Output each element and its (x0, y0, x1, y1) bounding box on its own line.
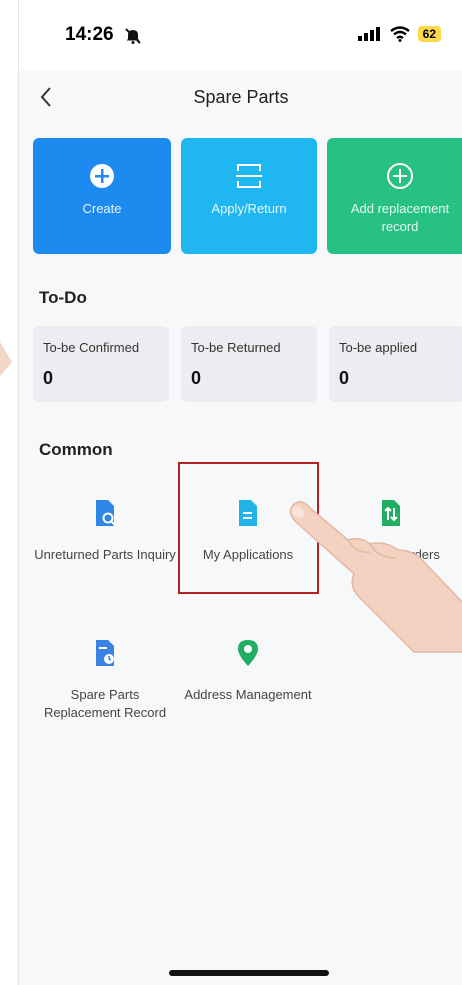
apply-return-button[interactable]: Apply/Return (181, 138, 317, 254)
todo-count: 0 (339, 368, 350, 388)
replacement-record-label: Spare Parts Replacement Record (43, 687, 167, 720)
action-cards: Create Apply/Return Add replacement reco… (33, 138, 462, 256)
pointing-hand-icon (289, 501, 462, 653)
add-replacement-label: Add replacement record (350, 201, 450, 234)
signal-icon (357, 27, 382, 41)
nav-bar: Spare Parts (19, 75, 462, 125)
todo-to-be-applied[interactable]: To-be applied 0 (329, 326, 462, 402)
unreturned-parts-label: Unreturned Parts Inquiry (34, 547, 176, 562)
mute-bell-icon (125, 28, 141, 44)
todo-label: To-be Confirmed (43, 340, 140, 355)
common-heading: Common (39, 440, 113, 459)
app-screen: 14:26 62 Spare Parts Create Apply/Return… (18, 0, 462, 985)
todo-list: To-be Confirmed 0 To-be Returned 0 To-be… (33, 326, 462, 402)
location-pin-icon (238, 640, 258, 666)
document-clock-icon (96, 640, 114, 666)
todo-label: To-be Returned (191, 340, 281, 355)
unreturned-parts-inquiry-item[interactable]: Unreturned Parts Inquiry (31, 498, 179, 564)
apply-return-label: Apply/Return (211, 201, 287, 216)
todo-count: 0 (191, 368, 202, 388)
plus-outline-icon (387, 163, 413, 189)
left-edge-mark (0, 320, 14, 380)
wifi-icon (389, 26, 410, 42)
status-time: 14:26 (65, 24, 114, 45)
spare-parts-replacement-record-item[interactable]: Spare Parts Replacement Record (31, 638, 179, 722)
create-button[interactable]: Create (33, 138, 171, 254)
address-management-label: Address Management (184, 687, 312, 702)
status-bar: 14:26 62 (19, 0, 462, 70)
status-icons: 62 (357, 26, 441, 42)
page-title: Spare Parts (193, 87, 289, 107)
todo-to-be-returned[interactable]: To-be Returned 0 (181, 326, 317, 402)
document-search-icon (96, 500, 116, 526)
home-indicator[interactable] (169, 970, 329, 976)
add-replacement-record-button[interactable]: Add replacement record (327, 138, 462, 254)
todo-heading: To-Do (39, 288, 87, 307)
todo-to-be-confirmed[interactable]: To-be Confirmed 0 (33, 326, 169, 402)
scan-icon (236, 164, 262, 188)
battery-indicator: 62 (417, 26, 441, 42)
create-label: Create (82, 201, 122, 216)
plus-circle-icon (90, 164, 114, 188)
todo-label: To-be applied (339, 340, 418, 355)
todo-count: 0 (43, 368, 54, 388)
